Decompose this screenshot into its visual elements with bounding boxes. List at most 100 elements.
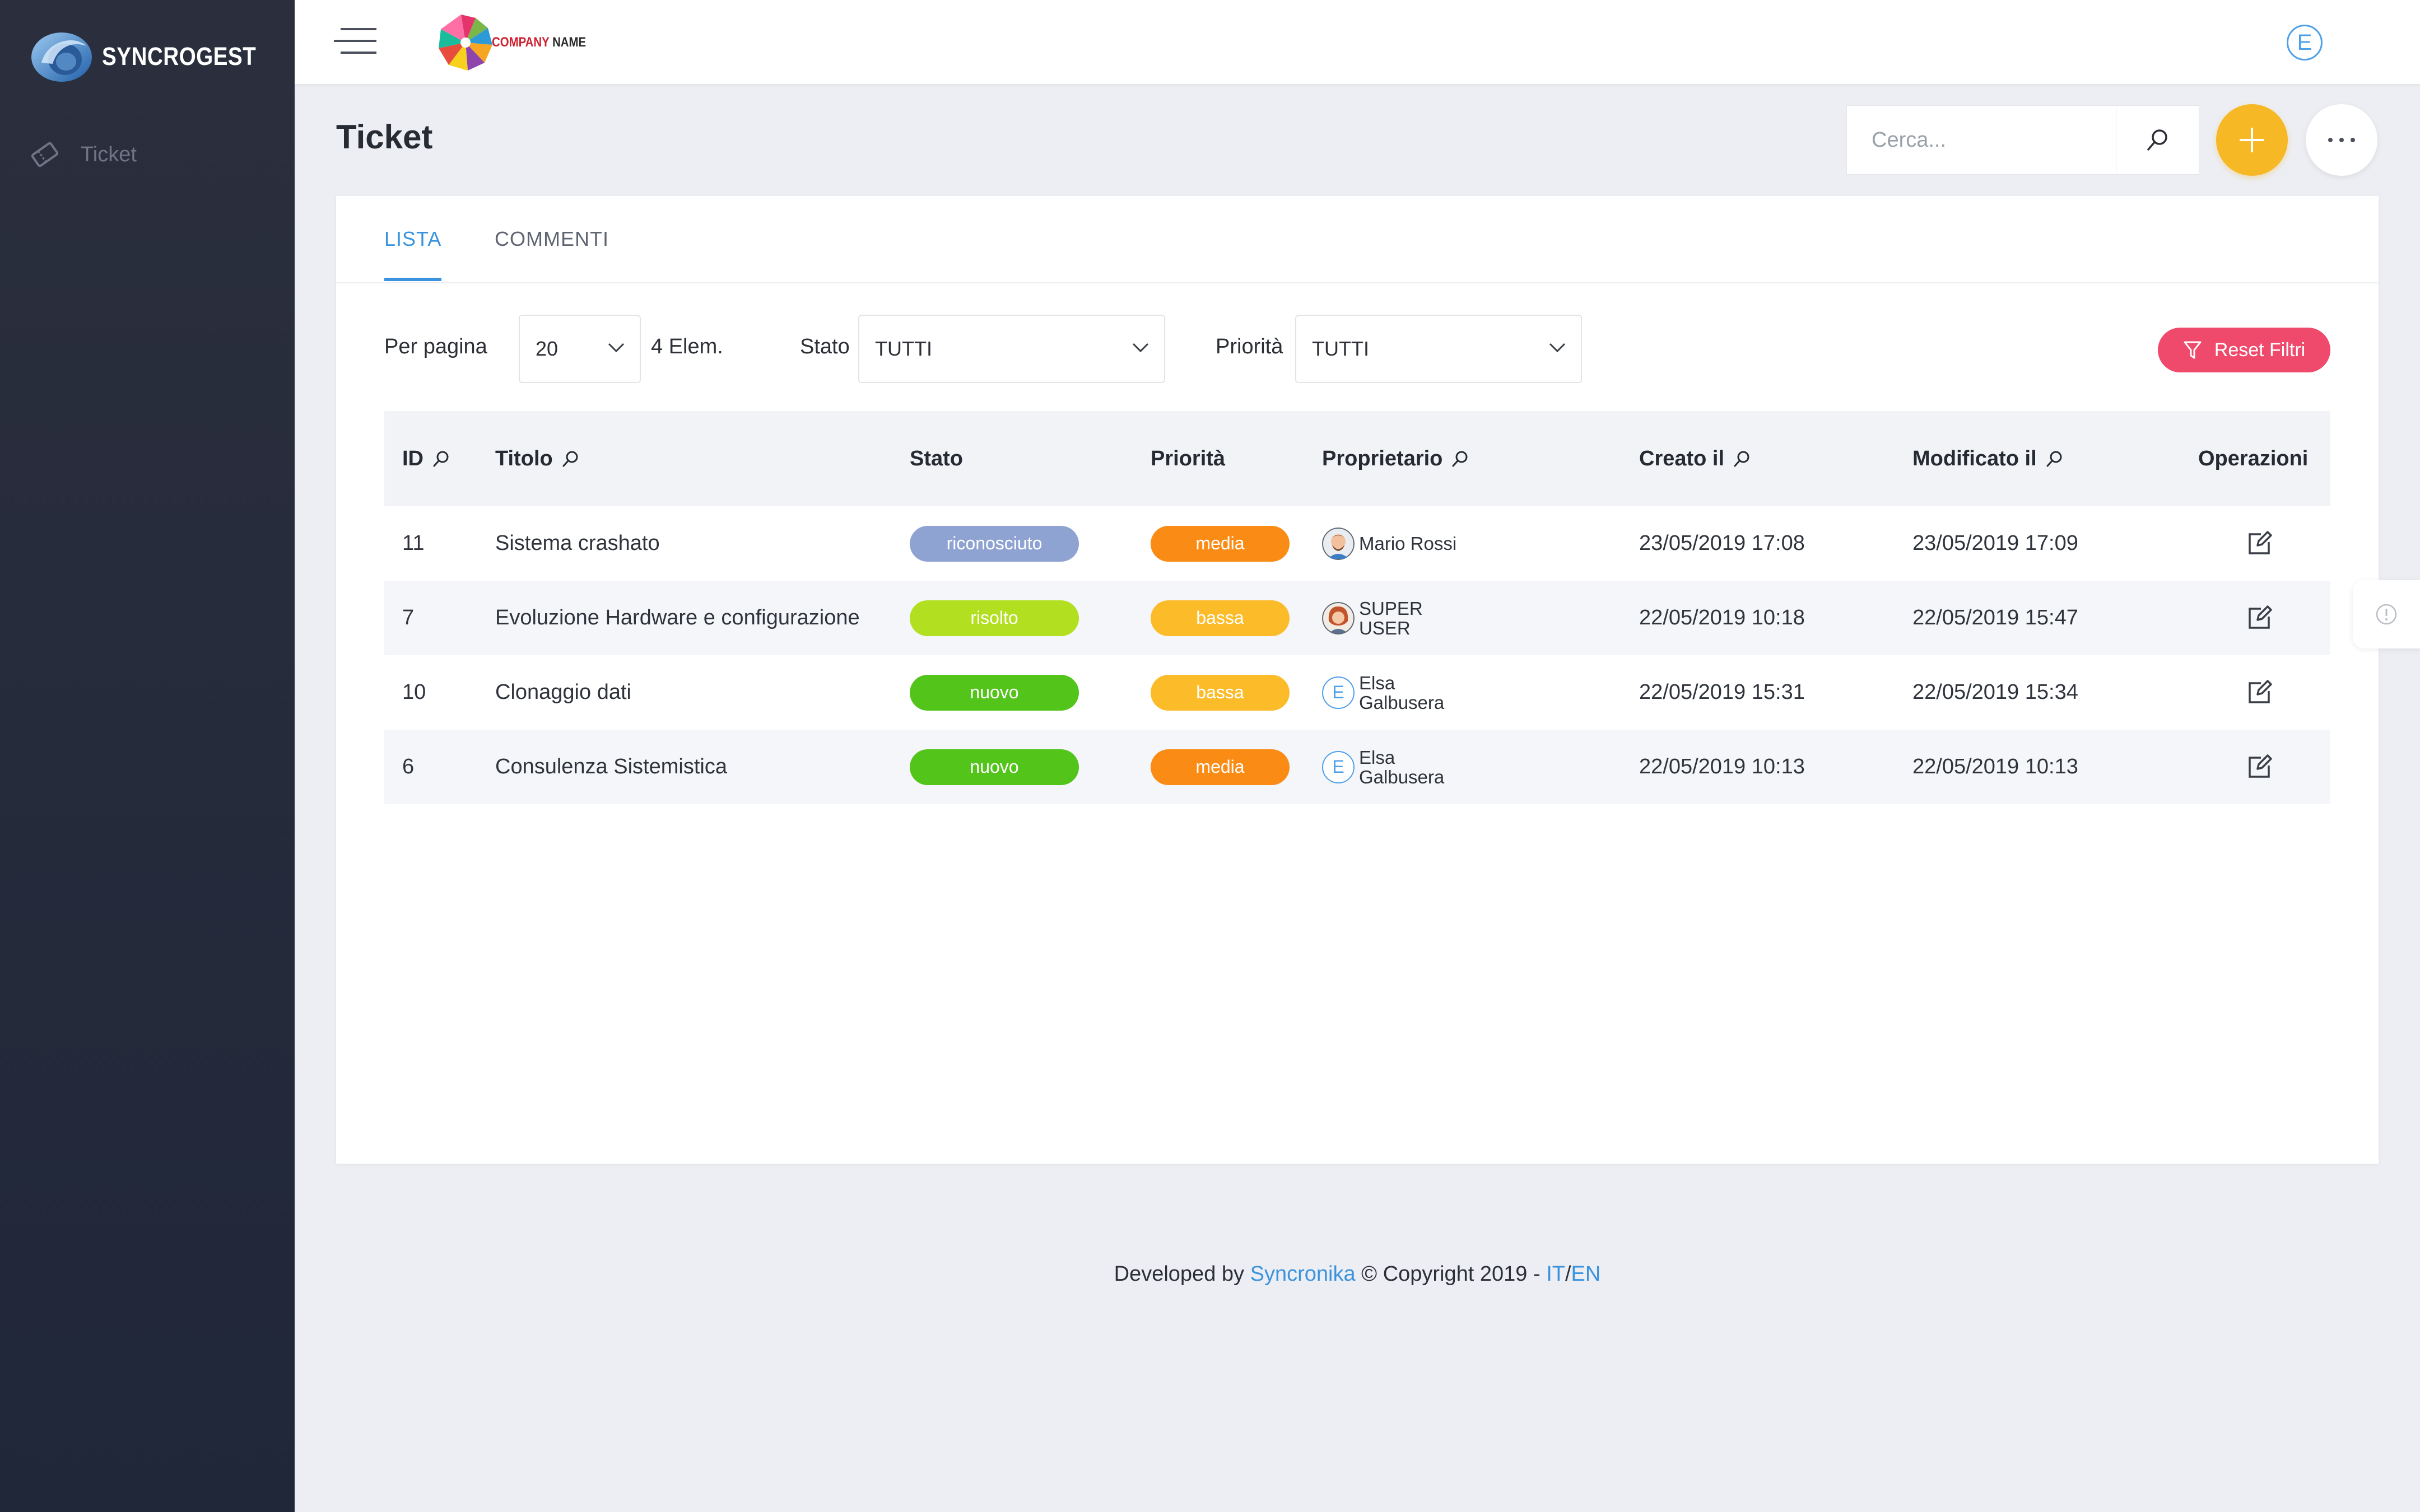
priorita-filter-select[interactable]: TUTTI [1295, 315, 1582, 383]
reset-filters-label: Reset Filtri [2214, 339, 2306, 361]
syncrogest-logo-icon [31, 32, 92, 82]
cell-operazioni [2246, 730, 2272, 804]
table-row[interactable]: 7 Evoluzione Hardware e configurazione r… [384, 581, 2330, 655]
stato-filter-select[interactable]: TUTTI [858, 315, 1165, 383]
per-page-select[interactable]: 20 [519, 315, 641, 383]
owner: SUPER USER [1322, 599, 1471, 638]
lang-en-link[interactable]: EN [1571, 1262, 1601, 1286]
column-titolo[interactable]: Titolo [495, 411, 580, 506]
cell-id: 11 [402, 531, 425, 555]
tabs: LISTA COMMENTI [336, 196, 2379, 283]
owner: E Elsa Galbusera [1322, 673, 1471, 712]
avatar: E [1322, 676, 1355, 709]
topbar: COMPANY NAME E [295, 0, 2420, 84]
sidebar-item-ticket[interactable]: Ticket [29, 134, 137, 175]
page-title: Ticket [336, 118, 433, 156]
column-id-label: ID [402, 446, 424, 470]
cell-creato: 23/05/2019 17:08 [1639, 531, 1805, 555]
brand[interactable]: SYNCROGEST [30, 27, 281, 86]
footer-company-link[interactable]: Syncronika [1250, 1262, 1356, 1286]
add-ticket-button[interactable] [2216, 104, 2288, 176]
cell-titolo: Sistema crashato [495, 531, 660, 555]
cell-stato: risolto [910, 581, 1079, 655]
search-icon[interactable] [1732, 449, 1751, 468]
edit-icon[interactable] [2246, 530, 2272, 557]
column-id[interactable]: ID [402, 411, 450, 506]
cell-titolo: Evoluzione Hardware e configurazione [495, 606, 860, 629]
owner-name: Elsa Galbusera [1359, 673, 1471, 712]
table-row[interactable]: 10 Clonaggio dati nuovo bassa E Elsa Gal… [384, 655, 2330, 730]
cell-priorita: media [1151, 730, 1290, 804]
cell-operazioni [2246, 655, 2272, 730]
column-titolo-label: Titolo [495, 446, 553, 470]
chevron-down-icon [608, 343, 625, 353]
column-proprietario-label: Proprietario [1322, 446, 1443, 470]
cell-modificato: 23/05/2019 17:09 [1912, 531, 2078, 555]
edit-icon[interactable] [2246, 754, 2272, 780]
plus-icon [2240, 128, 2264, 152]
search-input[interactable] [1847, 106, 2116, 174]
search-icon[interactable] [561, 449, 580, 468]
footer-copyright: © Copyright 2019 - [1361, 1262, 1541, 1286]
column-operazioni: Operazioni [2198, 446, 2309, 470]
more-options-button[interactable] [2306, 104, 2377, 176]
owner-name-line: Elsa [1359, 746, 1395, 768]
cell-titolo: Consulenza Sistemistica [495, 755, 727, 778]
info-side-tab[interactable] [2353, 580, 2420, 648]
reset-filters-button[interactable]: Reset Filtri [2158, 328, 2330, 372]
cell-id: 10 [402, 680, 426, 704]
chevron-down-icon [1549, 343, 1566, 353]
ticket-card: LISTA COMMENTI Per pagina 20 4 Elem. Sta… [336, 196, 2379, 1164]
priorita-filter-label: Priorità [1216, 335, 1283, 358]
column-stato: Stato [910, 446, 963, 470]
table-row[interactable]: 11 Sistema crashato riconosciuto media M… [384, 506, 2330, 581]
status-badge: riconosciuto [910, 525, 1079, 562]
cell-modificato: 22/05/2019 10:13 [1912, 755, 2078, 778]
per-page-label: Per pagina [384, 335, 487, 358]
cell-proprietario: SUPER USER [1322, 581, 1471, 655]
user-avatar[interactable]: E [2287, 25, 2323, 60]
priority-badge: media [1151, 749, 1290, 785]
company-name: COMPANY NAME [492, 35, 587, 50]
footer: Developed by Syncronika © Copyright 2019… [295, 1262, 2420, 1286]
avatar [1322, 601, 1355, 634]
column-creato[interactable]: Creato il [1639, 411, 1751, 506]
chevron-down-icon [1132, 343, 1149, 353]
search-icon[interactable] [1450, 449, 1469, 468]
table-header: ID Titolo Stato Priorità Proprietario Cr… [384, 411, 2330, 506]
sidebar: SYNCROGEST Ticket [0, 0, 295, 1512]
user-initial: E [2297, 30, 2312, 55]
cell-modificato: 22/05/2019 15:47 [1912, 606, 2078, 629]
priority-badge: bassa [1151, 600, 1290, 636]
search-button[interactable] [2116, 106, 2199, 174]
owner-name-line: Mario Rossi [1359, 533, 1457, 554]
owner-name-line: USER [1359, 617, 1411, 638]
avatar: E [1322, 750, 1355, 783]
tab-commenti[interactable]: COMMENTI [495, 227, 609, 251]
priority-badge: bassa [1151, 674, 1290, 711]
edit-icon[interactable] [2246, 605, 2272, 631]
brand-name: SYNCROGEST [102, 41, 257, 71]
column-proprietario[interactable]: Proprietario [1322, 411, 1469, 506]
column-modificato-label: Modificato il [1912, 446, 2037, 470]
table-row[interactable]: 6 Consulenza Sistemistica nuovo media E … [384, 730, 2330, 804]
column-priorita: Priorità [1151, 446, 1226, 470]
cell-priorita: bassa [1151, 581, 1290, 655]
stato-filter-value: TUTTI [875, 337, 932, 360]
search-icon[interactable] [2045, 449, 2064, 468]
owner-name: Mario Rossi [1359, 534, 1471, 553]
search-box [1846, 105, 2199, 175]
column-modificato[interactable]: Modificato il [1912, 411, 2064, 506]
search-icon[interactable] [431, 449, 450, 468]
cell-proprietario: E Elsa Galbusera [1322, 730, 1471, 804]
column-creato-label: Creato il [1639, 446, 1725, 470]
cell-creato: 22/05/2019 15:31 [1639, 680, 1805, 704]
edit-icon[interactable] [2246, 679, 2272, 706]
tab-lista[interactable]: LISTA [384, 227, 442, 281]
lang-it-link[interactable]: IT [1546, 1262, 1565, 1286]
cell-id: 6 [402, 755, 415, 778]
menu-icon[interactable] [333, 27, 378, 55]
ticket-table: ID Titolo Stato Priorità Proprietario Cr… [384, 411, 2330, 804]
cell-priorita: bassa [1151, 655, 1290, 730]
owner-name-line: Galbusera [1359, 766, 1445, 787]
